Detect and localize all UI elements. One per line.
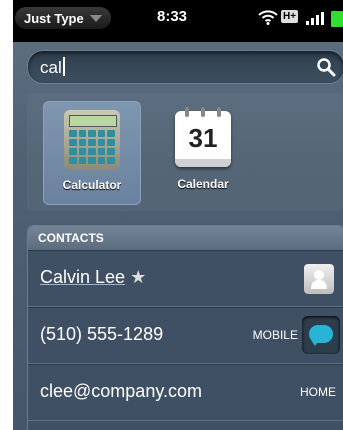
app-calendar[interactable]: 31 Calendar bbox=[155, 101, 251, 203]
contact-phone-row[interactable]: (510) 555-1289 MOBILE bbox=[28, 307, 343, 364]
battery-icon bbox=[331, 11, 343, 27]
app-name: Just Type bbox=[24, 10, 84, 26]
app-menu-button[interactable]: Just Type bbox=[15, 7, 111, 29]
calculator-icon bbox=[64, 110, 120, 170]
contact-email-row[interactable]: clee@company.com HOME bbox=[28, 364, 343, 421]
chevron-down-icon bbox=[89, 14, 102, 22]
section-header: CONTACTS bbox=[28, 226, 343, 250]
clock: 8:33 bbox=[157, 8, 188, 25]
email-address: clee@company.com bbox=[40, 381, 202, 401]
contact-name-row[interactable]: Calvin Lee ★ bbox=[28, 250, 343, 307]
avatar bbox=[304, 264, 334, 294]
phone-number: (510) 555-1289 bbox=[40, 324, 164, 344]
signal-strength-icon bbox=[306, 10, 324, 25]
message-button[interactable] bbox=[302, 316, 340, 354]
app-label: Calculator bbox=[62, 178, 122, 192]
email-type-label: HOME bbox=[300, 385, 336, 399]
contacts-section: CONTACTS Calvin Lee ★ (510) 555-1289 MOB… bbox=[27, 225, 343, 430]
app-results: Calculator 31 Calendar bbox=[27, 93, 343, 211]
app-calculator[interactable]: Calculator bbox=[43, 101, 141, 205]
person-icon bbox=[311, 270, 327, 289]
status-bar: Just Type 8:33 H+ bbox=[13, 0, 343, 42]
search-icon[interactable] bbox=[316, 57, 336, 77]
text-caret bbox=[62, 57, 65, 76]
search-query: cal bbox=[40, 58, 62, 77]
phone-screen: Just Type 8:33 H+ cal Calculator 31 Cale… bbox=[13, 0, 343, 430]
search-input[interactable]: cal bbox=[27, 50, 343, 84]
network-type-badge: H+ bbox=[281, 10, 299, 23]
calendar-icon: 31 bbox=[175, 107, 231, 167]
contact-name: Calvin Lee bbox=[40, 267, 126, 287]
calendar-day: 31 bbox=[188, 123, 218, 153]
phone-type-label: MOBILE bbox=[252, 328, 298, 342]
app-label: Calendar bbox=[177, 177, 229, 191]
favorite-star-icon: ★ bbox=[130, 267, 147, 287]
wifi-icon bbox=[258, 10, 278, 25]
